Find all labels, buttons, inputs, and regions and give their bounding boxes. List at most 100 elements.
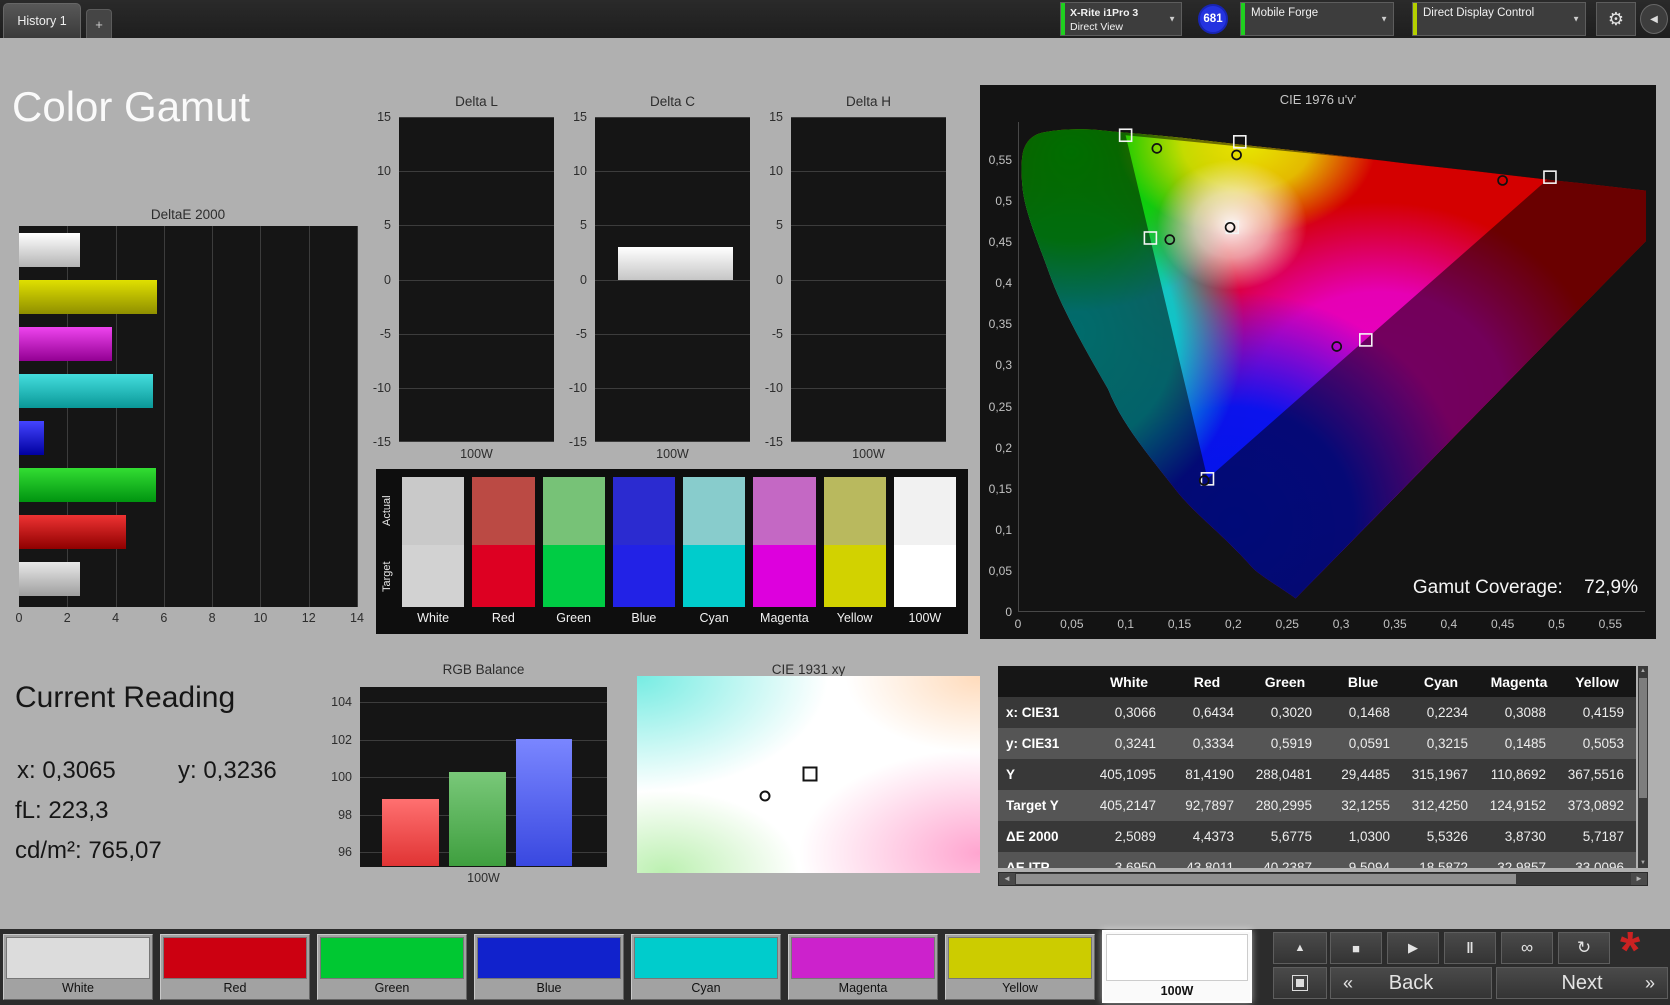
- patch-button-yellow[interactable]: Yellow: [945, 934, 1095, 1000]
- table-cell: 0,3241: [1114, 736, 1156, 751]
- cie-x-tick: 0,25: [1275, 617, 1299, 631]
- patch-button-magenta[interactable]: Magenta: [788, 934, 938, 1000]
- add-tab-button[interactable]: +: [86, 9, 112, 38]
- rgb-y-tick: 98: [338, 807, 352, 822]
- patch-label: Blue: [536, 980, 562, 995]
- deltae-x-tick: 4: [112, 611, 120, 625]
- scroll-up-arrow[interactable]: ▲: [1638, 666, 1648, 676]
- target-swatch: [402, 545, 465, 607]
- deltae-chart: [19, 226, 358, 607]
- table-vertical-scrollbar[interactable]: ▲ ▼: [1638, 666, 1648, 868]
- meter-device-dropdown[interactable]: X-Rite i1Pro 3 Direct View ▼: [1060, 2, 1182, 36]
- patch-button-white[interactable]: White: [3, 934, 153, 1000]
- loop-button[interactable]: ∞: [1501, 932, 1553, 964]
- swatch-column-cyan: Cyan: [683, 477, 746, 629]
- swatch-label: 100W: [908, 611, 942, 625]
- table-row-label: y: CIE31: [1006, 736, 1060, 751]
- patch-button-cyan[interactable]: Cyan: [631, 934, 781, 1000]
- tab-history-1[interactable]: History 1: [3, 3, 81, 38]
- actual-swatch: [753, 477, 816, 545]
- pattern-window-button[interactable]: [1273, 967, 1327, 999]
- delta-h-y-axis: 15 10 5 0 -5 -10 -15: [757, 110, 787, 449]
- table-cell: 92,7897: [1185, 798, 1234, 813]
- target-swatch: [893, 545, 956, 607]
- cie-x-tick: 0,3: [1332, 617, 1350, 631]
- delta-c-gridline: [595, 225, 750, 227]
- patch-label: Magenta: [838, 980, 888, 995]
- pause-icon: ‖: [1466, 939, 1474, 957]
- cie-x-tick: 0,1: [1117, 617, 1135, 631]
- delta-c-gridline: [595, 441, 750, 442]
- patch-button-red[interactable]: Red: [160, 934, 310, 1000]
- swatch-label: Blue: [631, 611, 657, 625]
- repeat-button[interactable]: ↻: [1558, 932, 1610, 964]
- table-cell: 0,3020: [1270, 705, 1312, 720]
- scroll-down-arrow[interactable]: ▼: [1638, 858, 1648, 868]
- swatch-label: Magenta: [760, 611, 809, 625]
- actual-swatch: [683, 477, 746, 545]
- chevron-down-icon: ▼: [1572, 14, 1580, 24]
- delta-l-y-tick: -15: [372, 435, 391, 449]
- delta-h-gridline: [791, 333, 946, 335]
- repeat-icon: ↻: [1576, 938, 1592, 957]
- play-button[interactable]: ▶: [1387, 932, 1439, 964]
- delta-c-gridline: [595, 333, 750, 335]
- patch-button-blue[interactable]: Blue: [474, 934, 624, 1000]
- gamut-coverage: Gamut Coverage: 72,9%: [1413, 577, 1638, 599]
- stop-button[interactable]: ■: [1330, 932, 1382, 964]
- table-cell: 0,1468: [1348, 705, 1390, 720]
- patch-button-100w[interactable]: 100W: [1102, 930, 1252, 1003]
- table-cell: 0,5053: [1582, 736, 1624, 751]
- delta-c-title: Delta C: [649, 94, 695, 109]
- collapse-panel-button[interactable]: ◀: [1640, 4, 1668, 34]
- pause-button[interactable]: ‖: [1444, 932, 1496, 964]
- pattern-up-button[interactable]: ▲: [1273, 932, 1327, 964]
- delta-c-x-label: 100W: [656, 447, 689, 461]
- swatch-column-magenta: Magenta: [753, 477, 816, 629]
- horizontal-scroll-thumb[interactable]: [1016, 874, 1516, 884]
- deltae-gridline: [260, 226, 262, 607]
- stop-icon: ■: [1352, 940, 1360, 956]
- vertical-scroll-thumb[interactable]: [1639, 678, 1647, 798]
- source-dropdown[interactable]: Mobile Forge ▼: [1240, 2, 1394, 36]
- table-cell: 32,1255: [1341, 798, 1390, 813]
- deltae-gridline: [163, 226, 165, 607]
- reading-count-badge: 681: [1198, 4, 1228, 34]
- target-row-label: Target: [381, 561, 393, 593]
- delta-h-y-tick: 15: [769, 110, 783, 124]
- table-cell: 405,1095: [1099, 767, 1156, 782]
- delta-c-y-tick: -5: [575, 326, 587, 341]
- table-row: ΔE 2000 2,5089 4,4373 5,6775 1,0300 5,5326 3,8…: [998, 821, 1636, 852]
- cie-x-tick: 0,55: [1598, 617, 1623, 631]
- actual-swatch: [542, 477, 605, 545]
- actual-swatch: [893, 477, 956, 545]
- delta-l-gridline: [399, 171, 554, 173]
- next-button[interactable]: Next »: [1496, 967, 1668, 999]
- swatch-column-100w: 100W: [893, 477, 956, 629]
- table-horizontal-scrollbar[interactable]: ◄ ►: [998, 872, 1648, 886]
- scroll-left-arrow[interactable]: ◄: [999, 873, 1015, 885]
- deltae-gridline: [212, 226, 214, 607]
- meter-status-accent: [1061, 3, 1065, 35]
- patch-label: Yellow: [1002, 980, 1038, 995]
- rgb-balance-title: RGB Balance: [442, 662, 525, 677]
- delta-l-gridline: [399, 333, 554, 335]
- back-button[interactable]: « Back: [1330, 967, 1492, 999]
- actual-row-label: Actual: [381, 495, 393, 527]
- rgb-y-tick: 96: [338, 845, 352, 859]
- table-cell: 4,4373: [1192, 829, 1234, 844]
- table-cell: 0,3088: [1504, 705, 1546, 720]
- cie-y-tick: 0,35: [988, 317, 1012, 332]
- table-cell: 0,3334: [1192, 736, 1234, 751]
- delta-l-x-label: 100W: [460, 447, 493, 461]
- display-control-dropdown[interactable]: Direct Display Control ▼: [1412, 2, 1586, 36]
- settings-button[interactable]: ⚙: [1596, 2, 1636, 36]
- delta-l-y-tick: 5: [384, 218, 391, 233]
- scroll-right-arrow[interactable]: ►: [1631, 873, 1647, 885]
- cie-x-tick: 0,05: [1060, 617, 1084, 631]
- back-label: Back: [1388, 971, 1434, 994]
- table-cell: 32,9857: [1497, 860, 1546, 868]
- table-cell: 373,0892: [1567, 798, 1624, 813]
- swatch-label: White: [417, 611, 450, 625]
- patch-button-green[interactable]: Green: [317, 934, 467, 1000]
